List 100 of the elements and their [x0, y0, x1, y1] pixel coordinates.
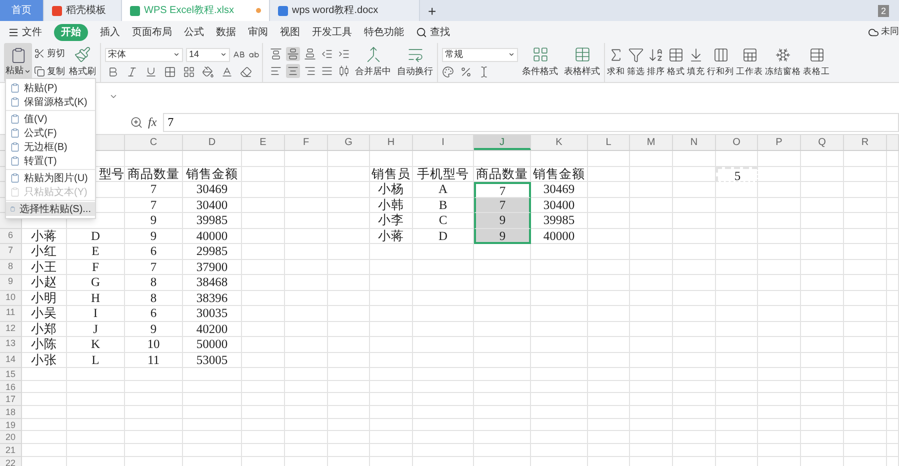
bold-icon[interactable]: [107, 66, 119, 78]
column-header[interactable]: L: [588, 135, 630, 150]
table-style-button[interactable]: 表格样式: [562, 43, 602, 82]
column-header[interactable]: C: [125, 135, 183, 150]
format-painter-button[interactable]: 格式刷: [67, 43, 98, 82]
row-header[interactable]: 19: [0, 418, 22, 432]
tool-button[interactable]: 排序: [646, 43, 666, 82]
eraser-icon[interactable]: [240, 66, 252, 78]
menu-item[interactable]: 保留源格式(K): [6, 95, 95, 109]
increase-font-icon[interactable]: [233, 48, 245, 60]
cut-button[interactable]: 剪切: [34, 47, 65, 60]
align-button[interactable]: [303, 64, 317, 78]
font-size-select[interactable]: 14: [186, 48, 230, 62]
menu-tab[interactable]: 公式: [184, 24, 204, 40]
column-header[interactable]: G: [328, 135, 370, 150]
row-header[interactable]: 14: [0, 352, 22, 368]
align-button[interactable]: [320, 47, 334, 61]
formula-field[interactable]: 7: [162, 112, 899, 132]
column-header[interactable]: P: [758, 135, 801, 150]
align-button[interactable]: [286, 47, 300, 61]
column-header[interactable]: M: [630, 135, 673, 150]
column-header[interactable]: R: [844, 135, 887, 150]
column-header[interactable]: F: [285, 135, 328, 150]
tool-button[interactable]: 筛选: [626, 43, 646, 82]
column-header[interactable]: Q: [801, 135, 844, 150]
menu-tab[interactable]: 视图: [280, 24, 300, 40]
currency-icon[interactable]: [442, 66, 454, 78]
align-button[interactable]: [320, 64, 334, 78]
table-cell: [285, 322, 328, 337]
row-header[interactable]: 9: [0, 275, 22, 290]
border-icon[interactable]: [164, 66, 176, 78]
menu-tab[interactable]: 数据: [216, 24, 236, 40]
row-header[interactable]: 12: [0, 322, 22, 337]
copy-button[interactable]: 复制: [34, 64, 65, 78]
wrap-text-button[interactable]: 自动换行: [395, 43, 435, 82]
column-header[interactable]: K: [531, 135, 588, 150]
zoom-icon[interactable]: [130, 116, 143, 128]
row-header[interactable]: 10: [0, 290, 22, 306]
tool-button[interactable]: 行和列: [706, 43, 735, 82]
tool-button[interactable]: 填充: [686, 43, 706, 82]
font-select[interactable]: 宋体: [105, 48, 183, 62]
menu-item[interactable]: 值(V): [6, 112, 95, 126]
decimal-icon[interactable]: [478, 66, 490, 78]
row-header[interactable]: 11: [0, 306, 22, 322]
align-button[interactable]: [269, 64, 283, 78]
tool-button[interactable]: 求和: [606, 43, 626, 82]
tool-button[interactable]: 格式: [666, 43, 686, 82]
browser-tab[interactable]: 稻壳模板: [44, 0, 122, 21]
menu-tab[interactable]: 开发工具: [312, 24, 352, 40]
font-color-icon[interactable]: [221, 66, 233, 78]
column-header[interactable]: O: [716, 135, 758, 150]
column-header[interactable]: E: [242, 135, 285, 150]
number-format-select[interactable]: 常规: [442, 48, 518, 62]
row-header[interactable]: 21: [0, 444, 22, 457]
align-button[interactable]: [286, 64, 300, 78]
browser-tab[interactable]: wps word教程.docx: [270, 0, 420, 21]
row-header[interactable]: 15: [0, 368, 22, 381]
merge-center-button[interactable]: 合并居中: [353, 43, 393, 82]
menu-tab[interactable]: 页面布局: [132, 24, 172, 40]
row-header[interactable]: 20: [0, 431, 22, 444]
menu-tab[interactable]: 文件: [8, 24, 42, 40]
column-header[interactable]: J: [474, 135, 531, 150]
menu-tab[interactable]: 查找: [416, 24, 450, 40]
tool-button[interactable]: 工作表: [735, 43, 764, 82]
menu-item[interactable]: 无边框(B): [6, 140, 95, 154]
row-header[interactable]: 13: [0, 337, 22, 352]
column-header[interactable]: D: [183, 135, 242, 150]
menu-item[interactable]: 粘贴(P): [6, 81, 95, 95]
row-header[interactable]: 8: [0, 260, 22, 275]
align-button[interactable]: [269, 47, 283, 61]
fill-color-icon[interactable]: [202, 66, 214, 78]
align-button[interactable]: [303, 47, 317, 61]
align-button[interactable]: [337, 47, 351, 61]
percent-icon[interactable]: [460, 66, 472, 78]
row-header[interactable]: 16: [0, 380, 22, 394]
function-label[interactable]: fx: [148, 113, 157, 131]
table-cell: [370, 368, 413, 381]
column-header[interactable]: H: [370, 135, 413, 150]
tool-button[interactable]: 表格工: [802, 43, 831, 82]
menu-tab[interactable]: 特色功能: [364, 24, 404, 40]
tool-button[interactable]: 冻结窗格: [764, 43, 802, 82]
menu-item[interactable]: 公式(F): [6, 126, 95, 140]
row-header[interactable]: 18: [0, 406, 22, 419]
cell-style-icon[interactable]: [183, 66, 195, 78]
column-header[interactable]: N: [673, 135, 716, 150]
menu-item[interactable]: 转置(T): [6, 154, 95, 168]
italic-icon[interactable]: [126, 66, 138, 78]
row-header[interactable]: 7: [0, 244, 22, 260]
align-button[interactable]: [337, 64, 351, 78]
menu-item[interactable]: 选择性粘贴(S)...: [6, 202, 95, 216]
underline-icon[interactable]: [145, 66, 157, 78]
conditional-format-button[interactable]: 条件格式: [520, 43, 560, 82]
row-header[interactable]: 17: [0, 393, 22, 406]
paste-button[interactable]: 粘贴: [4, 43, 32, 82]
row-header[interactable]: 6: [0, 228, 22, 244]
new-tab-button[interactable]: +: [428, 4, 436, 18]
menu-tab[interactable]: 审阅: [248, 24, 268, 40]
menu-tab[interactable]: 插入: [100, 24, 120, 40]
decrease-font-icon[interactable]: [248, 48, 260, 60]
align-icon: [304, 48, 316, 60]
